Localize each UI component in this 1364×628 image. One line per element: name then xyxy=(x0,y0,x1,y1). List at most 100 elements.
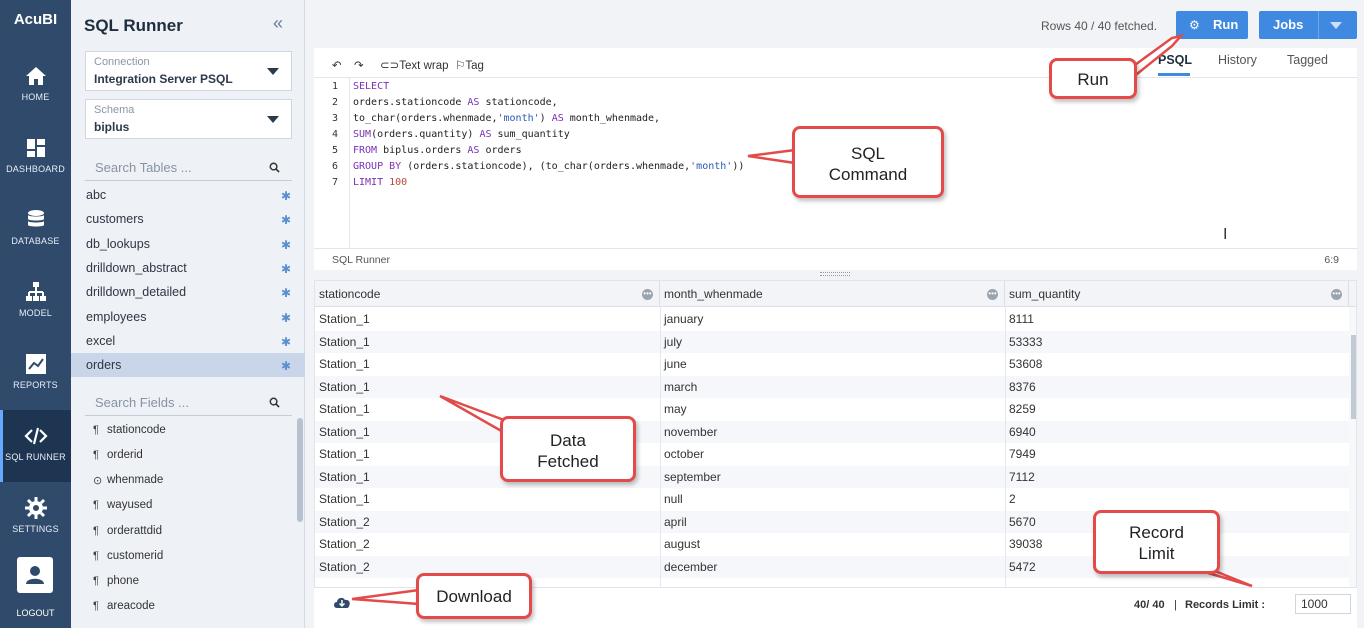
more-icon[interactable]: ••• xyxy=(1331,289,1342,300)
field-item[interactable]: ¶ orderid xyxy=(93,444,293,468)
gear-icon[interactable]: ✱ xyxy=(281,238,291,252)
sql-token: 100 xyxy=(383,177,408,188)
gear-icon[interactable]: ✱ xyxy=(281,189,291,203)
column-header[interactable]: stationcode ••• xyxy=(315,281,660,307)
nav-sql-runner[interactable]: SQL RUNNER xyxy=(0,410,71,482)
table-item[interactable]: excel ✱ xyxy=(85,329,305,353)
gears-icon: ⚙ xyxy=(1189,18,1200,32)
logout-link[interactable]: LOGOUT xyxy=(0,608,71,618)
field-item[interactable]: ¶ wayused xyxy=(93,494,293,518)
nav-model[interactable]: MODEL xyxy=(0,266,71,338)
gear-icon[interactable]: ✱ xyxy=(281,359,291,373)
field-item[interactable]: ⊙ whenmade xyxy=(93,469,293,493)
gear-icon[interactable]: ✱ xyxy=(281,335,291,349)
jobs-button[interactable]: Jobs xyxy=(1259,11,1357,39)
table-cell: Station_2 xyxy=(319,514,370,529)
tab-history[interactable]: History xyxy=(1218,53,1257,67)
schema-value: biplus xyxy=(94,120,130,134)
table-item[interactable]: customers ✱ xyxy=(85,207,305,231)
scrollbar-thumb[interactable] xyxy=(1351,335,1356,419)
table-cell: march xyxy=(664,379,698,394)
download-icon[interactable] xyxy=(332,595,352,609)
tab-psql[interactable]: PSQL xyxy=(1158,53,1192,67)
column-header[interactable]: month_whenmade ••• xyxy=(660,281,1005,307)
nav-home[interactable]: HOME xyxy=(0,50,71,122)
field-item[interactable]: ¶ stationcode xyxy=(93,419,293,443)
records-limit-input[interactable] xyxy=(1295,594,1351,614)
field-item[interactable]: ¶ customerid xyxy=(93,545,293,569)
schema-select[interactable]: Schema biplus xyxy=(85,99,292,139)
field-item[interactable]: ¶ areacode xyxy=(93,595,293,619)
table-item[interactable]: db_lookups ✱ xyxy=(85,232,305,256)
search-icon xyxy=(269,397,280,408)
clock-icon: ⊙ xyxy=(93,475,103,487)
more-icon[interactable]: ••• xyxy=(642,289,653,300)
run-button[interactable]: ⚙ Run xyxy=(1176,11,1248,39)
table-row[interactable]: Station_1 july 53333 xyxy=(315,330,1349,353)
gear-icon[interactable]: ✱ xyxy=(281,311,291,325)
table-item-selected[interactable]: orders ✱ xyxy=(71,353,305,377)
table-item[interactable]: employees ✱ xyxy=(85,305,305,329)
table-name: employees xyxy=(86,310,147,324)
nav-dashboard[interactable]: DASHBOARD xyxy=(0,122,71,194)
collapse-sidebar-icon[interactable]: « xyxy=(273,13,283,34)
line-number: 2 xyxy=(332,97,339,108)
redo-icon[interactable]: ↷ xyxy=(354,58,364,72)
fields-scrollbar[interactable] xyxy=(297,418,303,522)
grid-scrollbar[interactable] xyxy=(1349,307,1356,587)
table-row[interactable]: Station_1 october 7949 xyxy=(315,443,1349,465)
table-row[interactable]: Station_1 null 2 xyxy=(315,488,1349,510)
search-fields-input[interactable]: Search Fields ... xyxy=(85,390,292,416)
field-name: orderid xyxy=(107,449,143,461)
undo-icon[interactable]: ↶ xyxy=(332,58,342,72)
table-cell: 53333 xyxy=(1009,334,1043,349)
table-row[interactable]: Station_1 january 8111 xyxy=(315,308,1349,330)
gear-icon[interactable]: ✱ xyxy=(281,262,291,276)
tag-label: Tag xyxy=(465,60,484,72)
table-item[interactable]: drilldown_detailed ✱ xyxy=(85,280,305,304)
callout-record-limit: Record Limit xyxy=(1093,510,1220,574)
table-cell: 8259 xyxy=(1009,402,1036,416)
jobs-button-label: Jobs xyxy=(1273,17,1304,32)
column-header[interactable]: sum_quantity ••• xyxy=(1005,281,1349,307)
code-line: FROM biplus.orders AS orders xyxy=(353,145,522,156)
search-tables-input[interactable]: Search Tables ... xyxy=(85,155,292,181)
more-icon[interactable]: ••• xyxy=(987,289,998,300)
table-cell: 7949 xyxy=(1009,447,1036,461)
nav-settings-label: SETTINGS xyxy=(12,524,59,534)
line-gutter: 1 2 3 4 5 6 7 xyxy=(314,78,350,248)
nav-settings[interactable]: SETTINGS xyxy=(0,482,71,554)
table-item[interactable]: drilldown_abstract ✱ xyxy=(85,256,305,280)
gear-icon[interactable]: ✱ xyxy=(281,213,291,227)
field-item[interactable]: ¶ phone xyxy=(93,570,293,594)
table-item[interactable]: abc ✱ xyxy=(85,183,305,207)
field-item[interactable]: ¶ orderattdid xyxy=(93,520,293,544)
sql-token: sum_quantity xyxy=(491,129,570,140)
resize-handle[interactable] xyxy=(820,272,850,276)
table-row[interactable]: Station_1 may 8259 xyxy=(315,398,1349,420)
chevron-down-icon[interactable] xyxy=(1330,22,1342,29)
cursor-position: 6:9 xyxy=(1324,254,1339,266)
text-wrap-toggle[interactable]: ⊂⊃Text wrap xyxy=(380,58,449,72)
tag-button[interactable]: ⚐Tag xyxy=(455,58,484,72)
nav-reports[interactable]: REPORTS xyxy=(0,338,71,410)
table-cell: Station_1 xyxy=(319,402,370,416)
nav-database[interactable]: DATABASE xyxy=(0,194,71,266)
tab-tagged[interactable]: Tagged xyxy=(1287,53,1328,67)
divider xyxy=(1318,11,1319,39)
table-row[interactable]: Station_1 november 6940 xyxy=(315,420,1349,443)
code-icon xyxy=(23,427,48,445)
avatar[interactable] xyxy=(17,557,53,593)
table-row[interactable]: Station_1 march 8376 xyxy=(315,375,1349,398)
callout-data-fetched: Data Fetched xyxy=(500,416,636,482)
sql-token: AS xyxy=(551,113,564,124)
gear-icon[interactable]: ✱ xyxy=(281,286,291,300)
run-button-label: Run xyxy=(1213,17,1239,32)
dashboard-icon xyxy=(26,139,45,157)
code-line: GROUP BY (orders.stationcode), (to_char(… xyxy=(353,161,744,172)
callout-run: Run xyxy=(1049,58,1137,99)
table-row[interactable]: Station_1 september 7112 xyxy=(315,465,1349,488)
connection-select[interactable]: Connection Integration Server PSQL xyxy=(85,51,292,91)
column-header-label: month_whenmade xyxy=(664,287,763,301)
table-row[interactable]: Station_1 june 53608 xyxy=(315,353,1349,375)
